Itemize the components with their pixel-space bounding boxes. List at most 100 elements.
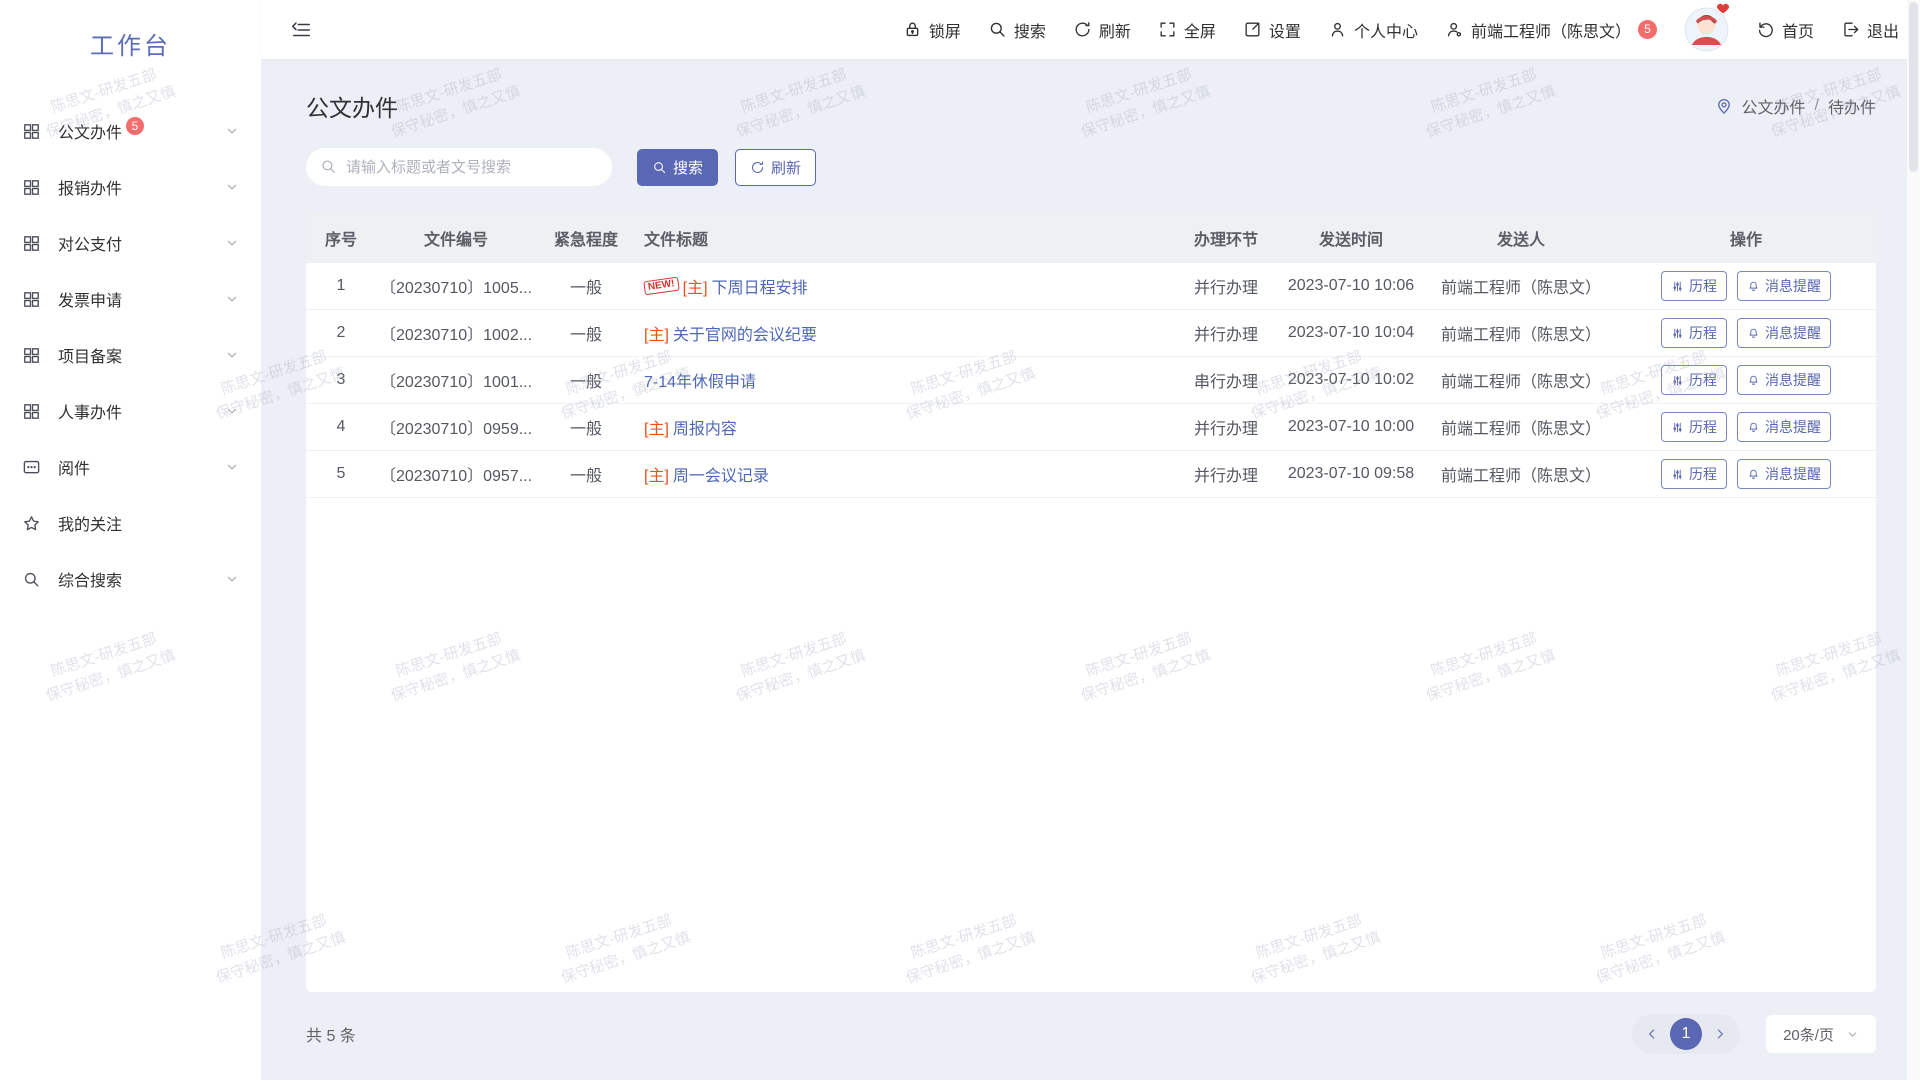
cell-actions: 历程 消息提醒 (1616, 459, 1876, 489)
cell-index: 1 (306, 277, 376, 295)
sidebar-item-renshi[interactable]: 人事办件 (0, 383, 261, 439)
cell-urgency: 一般 (536, 368, 636, 392)
cell-actions: 历程 消息提醒 (1616, 412, 1876, 442)
avatar[interactable] (1684, 7, 1729, 52)
doc-title-link[interactable]: 下周日程安排 (712, 274, 808, 298)
sidebar-item-label: 公文办件 (58, 119, 122, 143)
page-number[interactable]: 1 (1670, 1018, 1702, 1050)
history-button[interactable]: 历程 (1661, 271, 1727, 301)
table-row: 1 〔20230710〕1005... 一般 NEW! [主] 下周日程安排 并… (306, 263, 1876, 310)
settings-icon (1243, 20, 1262, 39)
total-count: 共 5 条 (306, 1022, 356, 1046)
cell-title: NEW! [主] 下周日程安排 (636, 274, 1176, 298)
profile-center-button[interactable]: 个人中心 (1328, 18, 1418, 42)
sidebar-item-guanzhu[interactable]: 我的关注 (0, 495, 261, 551)
lock-screen-button[interactable]: 锁屏 (903, 18, 961, 42)
message-count-badge: 5 (1638, 20, 1657, 39)
content-area: 公文办件 公文办件 / 待办件 搜索 (261, 59, 1920, 1080)
refresh-button-label: 刷新 (771, 157, 801, 178)
notify-button[interactable]: 消息提醒 (1737, 365, 1831, 395)
notify-button[interactable]: 消息提醒 (1737, 318, 1831, 348)
logout-icon (1841, 20, 1860, 39)
cell-doc-no: 〔20230710〕0957... (376, 462, 536, 486)
notify-label: 消息提醒 (1765, 276, 1821, 296)
sidebar-item-sousuo[interactable]: 综合搜索 (0, 551, 261, 607)
next-page-button[interactable] (1712, 1026, 1728, 1042)
sidebar-item-label: 我的关注 (58, 511, 122, 535)
cell-sender: 前端工程师（陈思文） (1426, 415, 1616, 439)
refresh-icon (750, 160, 765, 175)
grid-icon (22, 346, 41, 365)
home-button[interactable]: 首页 (1756, 18, 1814, 42)
history-button[interactable]: 历程 (1661, 412, 1727, 442)
doc-title-link[interactable]: 关于官网的会议纪要 (673, 321, 817, 345)
chevron-down-icon (1846, 1028, 1859, 1041)
notify-label: 消息提醒 (1765, 417, 1821, 437)
app-logo: 工作台 (0, 26, 261, 61)
sidebar-badge: 5 (126, 117, 144, 135)
doc-title-link[interactable]: 周一会议记录 (673, 462, 769, 486)
cell-actions: 历程 消息提醒 (1616, 318, 1876, 348)
history-button[interactable]: 历程 (1661, 459, 1727, 489)
search-input[interactable] (306, 148, 612, 186)
sidebar-item-fapiao[interactable]: 发票申请 (0, 271, 261, 327)
location-pin-icon (1715, 97, 1733, 115)
sidebar-item-label: 项目备案 (58, 343, 122, 367)
search-button[interactable]: 搜索 (637, 149, 718, 186)
scrollbar[interactable] (1907, 0, 1920, 1080)
app-window: 工作台 公文办件 5 报销办件 对公支付 (0, 0, 1920, 1080)
cell-index: 3 (306, 371, 376, 389)
prev-page-button[interactable] (1644, 1026, 1660, 1042)
history-button[interactable]: 历程 (1661, 365, 1727, 395)
page-size-select[interactable]: 20条/页 (1766, 1015, 1876, 1053)
breadcrumb-parent[interactable]: 公文办件 (1742, 94, 1806, 118)
fullscreen-label: 全屏 (1184, 18, 1216, 42)
cell-step: 并行办理 (1176, 462, 1276, 486)
notify-label: 消息提醒 (1765, 464, 1821, 484)
notify-button[interactable]: 消息提醒 (1737, 412, 1831, 442)
main-area: 锁屏 搜索 刷新 全屏 设置 (261, 0, 1920, 1080)
sidebar-item-label: 阅件 (58, 455, 90, 479)
history-label: 历程 (1689, 276, 1717, 296)
table-row: 2 〔20230710〕1002... 一般 [主] 关于官网的会议纪要 并行办… (306, 310, 1876, 357)
cell-sender: 前端工程师（陈思文） (1426, 274, 1616, 298)
refresh-button[interactable]: 刷新 (735, 149, 816, 186)
home-label: 首页 (1782, 18, 1814, 42)
history-label: 历程 (1689, 323, 1717, 343)
current-user[interactable]: 前端工程师（陈思文） 5 (1445, 18, 1657, 42)
notify-button[interactable]: 消息提醒 (1737, 459, 1831, 489)
logout-label: 退出 (1867, 18, 1899, 42)
notify-button[interactable]: 消息提醒 (1737, 271, 1831, 301)
refresh-page-button[interactable]: 刷新 (1073, 18, 1131, 42)
doc-title-link[interactable]: 周报内容 (673, 415, 737, 439)
fullscreen-button[interactable]: 全屏 (1158, 18, 1216, 42)
sidebar-item-gongwen[interactable]: 公文办件 5 (0, 103, 261, 159)
logout-button[interactable]: 退出 (1841, 18, 1899, 42)
menu-fold-icon[interactable] (290, 19, 312, 41)
sidebar-item-duigong[interactable]: 对公支付 (0, 215, 261, 271)
global-search-label: 搜索 (1014, 18, 1046, 42)
cell-doc-no: 〔20230710〕0959... (376, 415, 536, 439)
col-index: 序号 (306, 226, 376, 250)
history-button[interactable]: 历程 (1661, 318, 1727, 348)
global-search-button[interactable]: 搜索 (988, 18, 1046, 42)
refresh-icon (1073, 20, 1092, 39)
cell-time: 2023-07-10 10:04 (1276, 324, 1426, 342)
sidebar-item-yuejian[interactable]: 阅件 (0, 439, 261, 495)
sidebar-item-baoxiao[interactable]: 报销办件 (0, 159, 261, 215)
chevron-down-icon (225, 292, 239, 306)
grid-icon (22, 290, 41, 309)
sidebar-item-xiangmu[interactable]: 项目备案 (0, 327, 261, 383)
col-time: 发送时间 (1276, 226, 1426, 250)
bell-icon (1747, 374, 1760, 387)
settings-button[interactable]: 设置 (1243, 18, 1301, 42)
back-home-icon (1756, 20, 1775, 39)
new-badge: NEW! (643, 277, 679, 296)
col-step: 办理环节 (1176, 226, 1276, 250)
main-doc-tag: [主] (644, 462, 669, 486)
scrollbar-thumb[interactable] (1909, 2, 1918, 172)
current-user-name: 前端工程师（陈思文） (1471, 18, 1631, 42)
main-doc-tag: [主] (644, 321, 669, 345)
doc-title-link[interactable]: 7-14年休假申请 (644, 368, 756, 392)
cell-time: 2023-07-10 09:58 (1276, 465, 1426, 483)
